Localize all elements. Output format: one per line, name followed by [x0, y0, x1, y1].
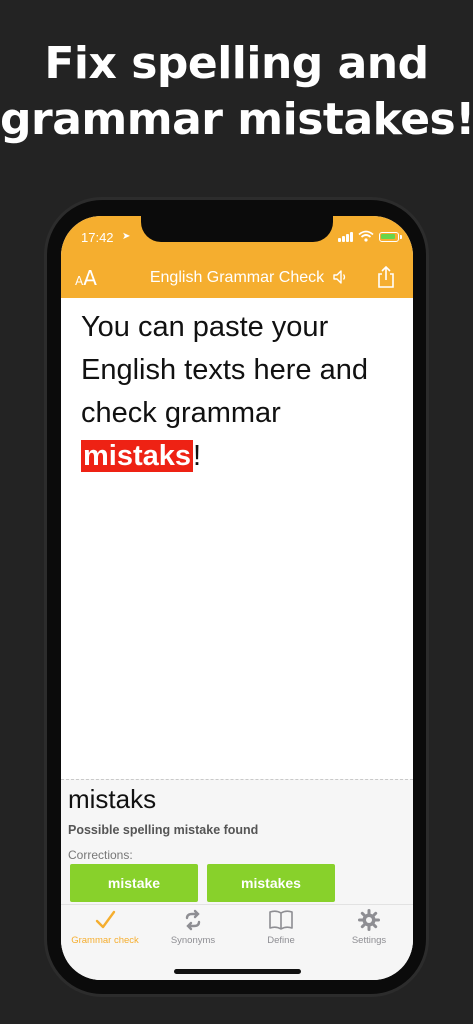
battery-icon: [379, 232, 402, 242]
wifi-icon: [358, 230, 374, 242]
book-icon: [269, 910, 293, 930]
tab-label: Define: [267, 935, 295, 946]
status-bar: 17:42 ➤: [61, 216, 413, 256]
correction-button-mistake[interactable]: mistake: [70, 864, 198, 902]
promo-headline: Fix spelling and grammar mistakes!: [0, 36, 473, 148]
status-time: 17:42: [81, 230, 114, 245]
tab-bar: Grammar check Synonyms Define Settings: [61, 904, 413, 980]
tab-label: Grammar check: [71, 935, 139, 946]
highlighted-error-word[interactable]: mistaks: [81, 440, 194, 472]
checkmark-icon: [95, 910, 116, 929]
font-size-icon[interactable]: AA: [75, 266, 97, 290]
tab-label: Synonyms: [170, 935, 216, 946]
headline-line-2: grammar mistakes!: [0, 94, 473, 145]
tab-define[interactable]: Define: [237, 909, 325, 946]
tab-settings[interactable]: Settings: [325, 909, 413, 946]
tab-grammar-check[interactable]: Grammar check: [61, 909, 149, 946]
nav-title: English Grammar Check: [149, 269, 325, 286]
refresh-icon: [185, 909, 201, 931]
editor-text-end: !: [193, 440, 202, 472]
cellular-signal-icon: [338, 232, 354, 242]
nav-bar: AA English Grammar Check: [61, 256, 413, 298]
correction-button-mistakes[interactable]: mistakes: [207, 864, 335, 902]
editor-text: You can paste your English texts here an…: [81, 311, 368, 429]
speaker-icon[interactable]: [332, 268, 350, 286]
corrections-label: Corrections:: [68, 848, 133, 862]
phone-screen: 17:42 ➤ AA English Grammar Check You can…: [61, 216, 413, 980]
suggestion-panel: mistaks Possible spelling mistake found …: [61, 779, 413, 904]
text-editor[interactable]: You can paste your English texts here an…: [61, 298, 413, 778]
notch: [141, 216, 333, 242]
suggestion-message: Possible spelling mistake found: [68, 823, 259, 837]
home-indicator[interactable]: [174, 969, 301, 974]
suggestion-word: mistaks: [68, 784, 157, 814]
tab-label: Settings: [351, 935, 387, 946]
tab-synonyms[interactable]: Synonyms: [149, 909, 237, 946]
share-icon[interactable]: [375, 265, 397, 289]
headline-line-1: Fix spelling and: [44, 38, 429, 89]
location-arrow-icon: ➤: [122, 231, 131, 242]
gear-icon: [358, 909, 380, 931]
